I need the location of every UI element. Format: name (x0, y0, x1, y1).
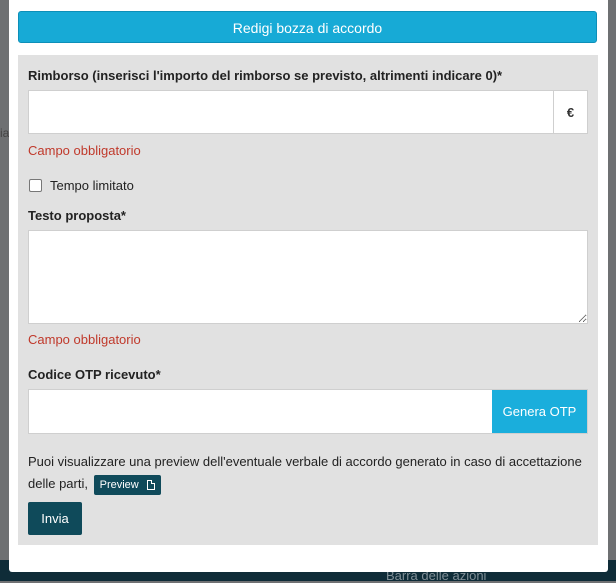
limited-time-row[interactable]: Tempo limitato (28, 178, 134, 193)
refund-error: Campo obbligatorio (28, 143, 141, 158)
refund-input[interactable] (29, 91, 553, 133)
preview-button-label[interactable]: Preview (100, 474, 139, 496)
preview-info: Puoi visualizzare una preview dell'event… (28, 451, 590, 495)
background-text-stub: ia (0, 126, 10, 140)
otp-input[interactable] (29, 390, 492, 433)
euro-addon: € (553, 91, 587, 133)
otp-input-group: Genera OTP (28, 389, 588, 434)
generate-otp-button[interactable]: Genera OTP (492, 390, 587, 433)
proposal-text-label: Testo proposta* (28, 208, 126, 223)
agreement-modal: Redigi bozza di accordo Rimborso (inseri… (9, 0, 608, 572)
agreement-form: Rimborso (inserisci l'importo del rimbor… (18, 55, 598, 545)
proposal-text-error: Campo obbligatorio (28, 332, 141, 347)
pdf-file-icon (146, 479, 155, 490)
proposal-textarea[interactable] (28, 230, 588, 324)
otp-label: Codice OTP ricevuto* (28, 367, 161, 382)
refund-input-group: € (28, 90, 588, 134)
draft-agreement-button[interactable]: Redigi bozza di accordo (18, 11, 597, 43)
preview-button[interactable]: Preview (93, 474, 161, 496)
refund-label: Rimborso (inserisci l'importo del rimbor… (28, 68, 503, 83)
limited-time-checkbox[interactable] (29, 179, 42, 192)
limited-time-label[interactable]: Tempo limitato (50, 178, 134, 193)
submit-button[interactable]: Invia (28, 502, 82, 535)
